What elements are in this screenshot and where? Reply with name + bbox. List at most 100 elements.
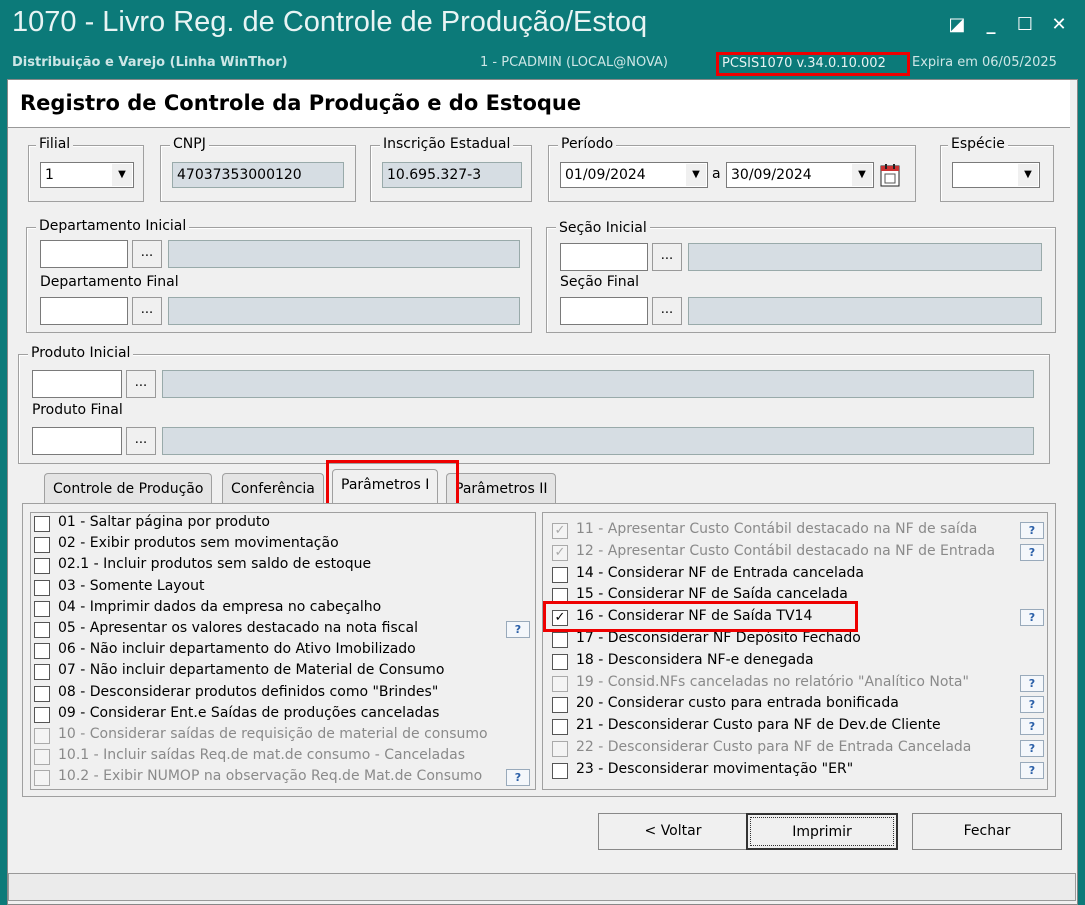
- help-icon[interactable]: ?: [1020, 761, 1044, 779]
- session-info: 1 - PCADMIN (LOCAL@NOVA): [480, 55, 669, 70]
- dept-inicial-lookup-button[interactable]: ...: [132, 240, 162, 268]
- left-option-label-4: 04 - Imprimir dados da empresa no cabeça…: [58, 598, 382, 615]
- left-checkbox-9[interactable]: [34, 706, 50, 723]
- secao-inicial-code[interactable]: [560, 243, 648, 271]
- tab-controle-producao[interactable]: Controle de Produção: [44, 473, 213, 503]
- right-checkbox-9[interactable]: [552, 719, 568, 736]
- left-checkbox-5[interactable]: [34, 622, 50, 638]
- left-checkbox-11: [34, 749, 50, 766]
- calendar-icon[interactable]: [878, 162, 902, 188]
- left-option-label-10: 10 - Considerar saídas de requisição de …: [58, 726, 488, 742]
- restore-icon[interactable]: ◪: [944, 14, 970, 35]
- produto-final-code[interactable]: [32, 427, 122, 455]
- maximize-icon[interactable]: ☐: [1012, 14, 1038, 35]
- cnpj-field: 47037353000120: [172, 162, 344, 188]
- right-option-label-3: 15 - Considerar NF de Saída cancelada: [576, 586, 848, 603]
- periodo-label: Período: [558, 136, 617, 152]
- left-option-label-9: 09 - Considerar Ent.e Saídas de produçõe…: [58, 704, 440, 721]
- produto-inicial-lookup-button[interactable]: ...: [126, 370, 156, 398]
- dept-final-desc: [168, 297, 520, 325]
- left-checkbox-3[interactable]: [34, 579, 50, 596]
- produto-inicial-code[interactable]: [32, 370, 122, 398]
- print-button[interactable]: Imprimir: [746, 813, 898, 850]
- help-icon[interactable]: ?: [1020, 696, 1044, 714]
- help-icon[interactable]: ?: [1020, 718, 1044, 736]
- secao-inicial-lookup-button[interactable]: ...: [652, 243, 682, 271]
- help-icon[interactable]: ?: [1020, 543, 1044, 561]
- right-option-label-5: 17 - Desconsiderar NF Depósito Fechado: [576, 630, 861, 646]
- left-option-label-5: 05 - Apresentar os valores destacado na …: [58, 620, 418, 636]
- right-checkbox-1: ✓: [552, 544, 568, 561]
- right-checkbox-7: [552, 675, 568, 692]
- chevron-down-icon[interactable]: ▼: [112, 164, 132, 186]
- right-checkbox-2[interactable]: [552, 566, 568, 583]
- dept-inicial-desc: [168, 240, 520, 268]
- dept-final-code[interactable]: [40, 297, 128, 325]
- help-icon[interactable]: ?: [1020, 674, 1044, 692]
- periodo-end-field[interactable]: 30/09/2024 ▼: [726, 162, 874, 188]
- close-icon[interactable]: ✕: [1046, 14, 1072, 35]
- secao-final-label: Seção Final: [560, 274, 640, 290]
- help-icon[interactable]: ?: [1020, 609, 1044, 627]
- right-checkbox-8[interactable]: [552, 697, 568, 714]
- right-option-label-11: 23 - Desconsiderar movimentação "ER": [576, 760, 854, 777]
- secao-final-desc: [688, 297, 1042, 325]
- right-option-label-8: 20 - Considerar custo para entrada bonif…: [576, 695, 899, 712]
- produto-inicial-label: Produto Inicial: [28, 345, 134, 361]
- secao-final-lookup-button[interactable]: ...: [652, 297, 682, 325]
- left-checkbox-6[interactable]: [34, 643, 50, 660]
- page-title: Registro de Controle da Produção e do Es…: [20, 91, 582, 115]
- left-checkbox-4[interactable]: [34, 600, 50, 617]
- filial-label: Filial: [36, 136, 74, 152]
- left-option-label-12: 10.2 - Exibir NUMOP na observação Req.de…: [58, 768, 483, 785]
- left-checkbox-1[interactable]: [34, 537, 50, 554]
- dept-final-label: Departamento Final: [40, 274, 179, 290]
- help-icon[interactable]: ?: [1020, 522, 1044, 539]
- help-icon[interactable]: ?: [1020, 740, 1044, 757]
- right-option-label-6: 18 - Desconsidera NF-e denegada: [576, 651, 814, 668]
- periodo-start-field[interactable]: 01/09/2024 ▼: [560, 162, 708, 188]
- right-checkbox-6[interactable]: [552, 653, 568, 670]
- expiry-info: Expira em 06/05/2025: [912, 55, 1057, 70]
- left-checkbox-0[interactable]: [34, 516, 50, 532]
- chevron-down-icon[interactable]: ▼: [852, 164, 872, 186]
- window-title: 1070 - Livro Reg. de Controle de Produçã…: [12, 6, 648, 38]
- left-option-label-1: 02 - Exibir produtos sem movimentação: [58, 535, 339, 552]
- left-option-label-8: 08 - Desconsiderar produtos definidos co…: [58, 683, 439, 700]
- chevron-down-icon[interactable]: ▼: [1018, 164, 1038, 186]
- close-button[interactable]: Fechar: [912, 813, 1062, 850]
- tab-parametros-ii[interactable]: Parâmetros II: [446, 473, 557, 503]
- left-checkbox-2[interactable]: [34, 558, 50, 575]
- filial-value: 1: [45, 167, 54, 183]
- produto-inicial-desc: [162, 370, 1034, 398]
- ie-field: 10.695.327-3: [382, 162, 522, 188]
- right-option-label-9: 21 - Desconsiderar Custo para NF de Dev.…: [576, 717, 941, 734]
- right-checkbox-11[interactable]: [552, 762, 568, 779]
- tab-conferencia[interactable]: Conferência: [222, 473, 324, 503]
- especie-select[interactable]: ▼: [952, 162, 1040, 188]
- right-option-label-7: 19 - Consid.NFs canceladas no relatório …: [576, 673, 969, 690]
- minimize-icon[interactable]: _: [978, 14, 1004, 35]
- right-option-label-2: 14 - Considerar NF de Entrada cancelada: [576, 564, 864, 581]
- dept-inicial-code[interactable]: [40, 240, 128, 268]
- right-checkbox-5[interactable]: [552, 632, 568, 648]
- chevron-down-icon[interactable]: ▼: [686, 164, 706, 186]
- left-checkbox-7[interactable]: [34, 664, 50, 681]
- secao-final-code[interactable]: [560, 297, 648, 325]
- left-option-label-11: 10.1 - Incluir saídas Req.de mat.de cons…: [58, 747, 465, 764]
- filial-select[interactable]: 1 ▼: [40, 162, 134, 188]
- produto-final-lookup-button[interactable]: ...: [126, 427, 156, 455]
- back-button[interactable]: < Voltar: [598, 813, 748, 850]
- periodo-end-value: 30/09/2024: [731, 167, 812, 183]
- dept-final-lookup-button[interactable]: ...: [132, 297, 162, 325]
- help-icon[interactable]: ?: [506, 769, 530, 787]
- secao-inicial-desc: [688, 243, 1042, 271]
- right-checkbox-10: [552, 741, 568, 757]
- version-info: PCSIS1070 v.34.0.10.002: [716, 52, 910, 76]
- option-16-highlight: [543, 601, 858, 632]
- cnpj-label: CNPJ: [170, 136, 209, 152]
- left-checkbox-8[interactable]: [34, 685, 50, 702]
- help-icon[interactable]: ?: [506, 621, 530, 638]
- status-bar: [8, 873, 1076, 901]
- periodo-start-value: 01/09/2024: [565, 167, 646, 183]
